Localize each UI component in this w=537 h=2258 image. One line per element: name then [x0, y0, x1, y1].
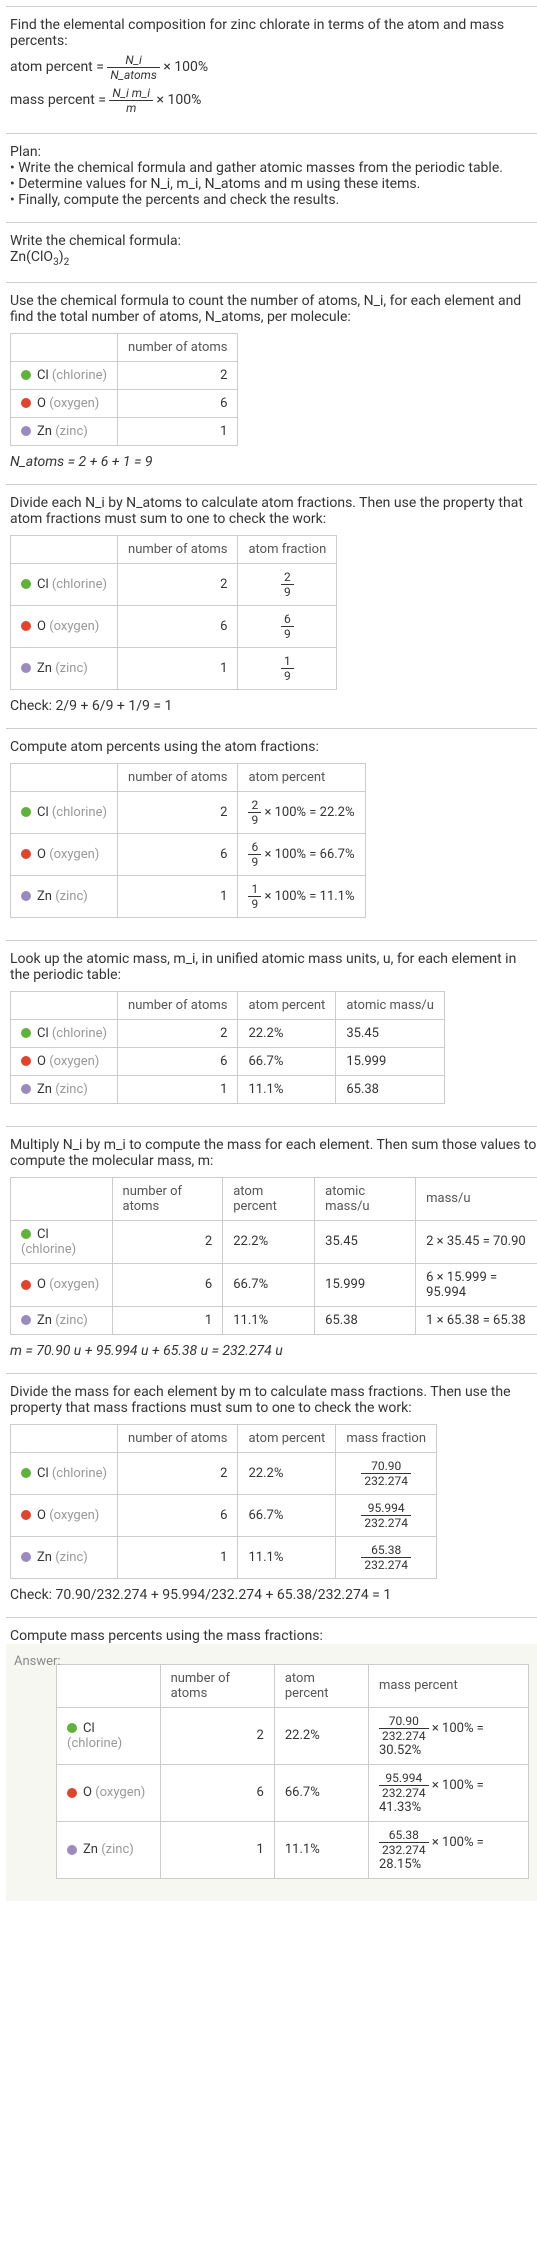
count-text: Use the chemical formula to count the nu… [10, 293, 537, 325]
dot-icon [21, 426, 31, 436]
table-row: O (oxygen)669 [11, 605, 337, 647]
dot-icon [21, 1315, 31, 1325]
fractions-table: number of atomsatom fraction Cl (chlorin… [10, 535, 337, 690]
lookup-text: Look up the atomic mass, m_i, in unified… [10, 951, 537, 983]
dot-icon [21, 1552, 31, 1562]
mass-table: number of atomsatom percentatomic mass/u… [10, 991, 445, 1104]
plan-step: • Finally, compute the percents and chec… [10, 192, 537, 208]
write-formula-text: Write the chemical formula: [10, 233, 537, 249]
table-row: Zn (zinc)1 [11, 417, 238, 445]
plan-step: • Determine values for N_i, m_i, N_atoms… [10, 176, 537, 192]
mult-text: Multiply N_i by m_i to compute the mass … [10, 1137, 537, 1169]
table-row: Zn (zinc)119 [11, 647, 337, 689]
table-row: O (oxygen)666.7%95.994232.274 [11, 1494, 437, 1536]
answer-section: Compute mass percents using the mass fra… [6, 1617, 537, 1644]
n-atoms-equation: N_atoms = 2 + 6 + 1 = 9 [10, 454, 537, 470]
fractions-section: Divide each N_i by N_atoms to calculate … [6, 484, 537, 728]
answer-label: Answer: [14, 1654, 61, 1669]
dot-icon [21, 1229, 31, 1239]
mass-section: Look up the atomic mass, m_i, in unified… [6, 940, 537, 1126]
mult-table: number of atomsatom percentatomic mass/u… [10, 1177, 537, 1335]
divide-text: Divide each N_i by N_atoms to calculate … [10, 495, 537, 527]
plan-title: Plan: [10, 144, 537, 160]
intro-text: Find the elemental composition for zinc … [10, 17, 537, 49]
table-row: O (oxygen)666.7%95.994232.274 × 100% = 4… [57, 1764, 529, 1821]
massfrac-text: Divide the mass for each element by m to… [10, 1384, 537, 1416]
table-row: Zn (zinc)111.1%65.38232.274 [11, 1536, 437, 1578]
atom-pct-text: Compute atom percents using the atom fra… [10, 739, 537, 755]
dot-icon [21, 398, 31, 408]
dot-icon [21, 621, 31, 631]
dot-icon [21, 807, 31, 817]
plan-section: Plan: • Write the chemical formula and g… [6, 133, 537, 222]
answer-table: number of atomsatom percentmass percent … [56, 1664, 529, 1879]
dot-icon [21, 891, 31, 901]
formula-section: Write the chemical formula: Zn(ClO3)2 [6, 222, 537, 282]
atom-percents-table: number of atomsatom percent Cl (chlorine… [10, 763, 366, 918]
table-row: Cl (chlorine)222.2%70.90232.274 × 100% =… [57, 1707, 529, 1764]
mass-fractions-section: Divide the mass for each element by m to… [6, 1373, 537, 1617]
atom-percent-equation: atom percent = N_iN_atoms × 100% [10, 53, 537, 82]
table-row: Zn (zinc)111.1%65.38 [11, 1075, 445, 1103]
dot-icon [67, 1788, 77, 1798]
table-row: O (oxygen)666.7%15.999 [11, 1047, 445, 1075]
plan-step: • Write the chemical formula and gather … [10, 160, 537, 176]
atom-percents-section: Compute atom percents using the atom fra… [6, 728, 537, 940]
table-row: Zn (zinc)111.1%65.381 × 65.38 = 65.38 [11, 1306, 537, 1334]
mass-fractions-table: number of atomsatom percentmass fraction… [10, 1424, 437, 1579]
m-equation: m = 70.90 u + 95.994 u + 65.38 u = 232.2… [10, 1343, 537, 1359]
dot-icon [67, 1845, 77, 1855]
dot-icon [67, 1723, 77, 1733]
chemical-formula: Zn(ClO3)2 [10, 249, 537, 268]
dot-icon [21, 849, 31, 859]
intro-section: Find the elemental composition for zinc … [6, 6, 537, 133]
check-mass: Check: 70.90/232.274 + 95.994/232.274 + … [10, 1587, 537, 1603]
atoms-table: number of atoms Cl (chlorine)2 O (oxygen… [10, 333, 238, 446]
table-row: O (oxygen)666.7%15.9996 × 15.999 = 95.99… [11, 1263, 537, 1306]
dot-icon [21, 1510, 31, 1520]
dot-icon [21, 663, 31, 673]
masspct-text: Compute mass percents using the mass fra… [10, 1628, 537, 1644]
dot-icon [21, 1056, 31, 1066]
count-section: Use the chemical formula to count the nu… [6, 282, 537, 484]
dot-icon [21, 1084, 31, 1094]
mass-percent-equation: mass percent = N_i m_im × 100% [10, 86, 537, 115]
dot-icon [21, 370, 31, 380]
mult-section: Multiply N_i by m_i to compute the mass … [6, 1126, 537, 1373]
table-row: Cl (chlorine)2 [11, 361, 238, 389]
table-row: Cl (chlorine)222.2%35.452 × 35.45 = 70.9… [11, 1220, 537, 1263]
table-row: Zn (zinc)111.1%65.38232.274 × 100% = 28.… [57, 1821, 529, 1878]
table-row: Zn (zinc)119 × 100% = 11.1% [11, 875, 366, 917]
table-row: O (oxygen)6 [11, 389, 238, 417]
dot-icon [21, 1468, 31, 1478]
dot-icon [21, 579, 31, 589]
table-row: O (oxygen)669 × 100% = 66.7% [11, 833, 366, 875]
table-row: Cl (chlorine)222.2%70.90232.274 [11, 1452, 437, 1494]
dot-icon [21, 1280, 31, 1290]
table-row: Cl (chlorine)229 × 100% = 22.2% [11, 791, 366, 833]
dot-icon [21, 1028, 31, 1038]
table-row: Cl (chlorine)229 [11, 563, 337, 605]
check-fractions: Check: 2/9 + 6/9 + 1/9 = 1 [10, 698, 537, 714]
table-row: Cl (chlorine)222.2%35.45 [11, 1019, 445, 1047]
answer-box: Answer: number of atomsatom percentmass … [6, 1644, 537, 1901]
